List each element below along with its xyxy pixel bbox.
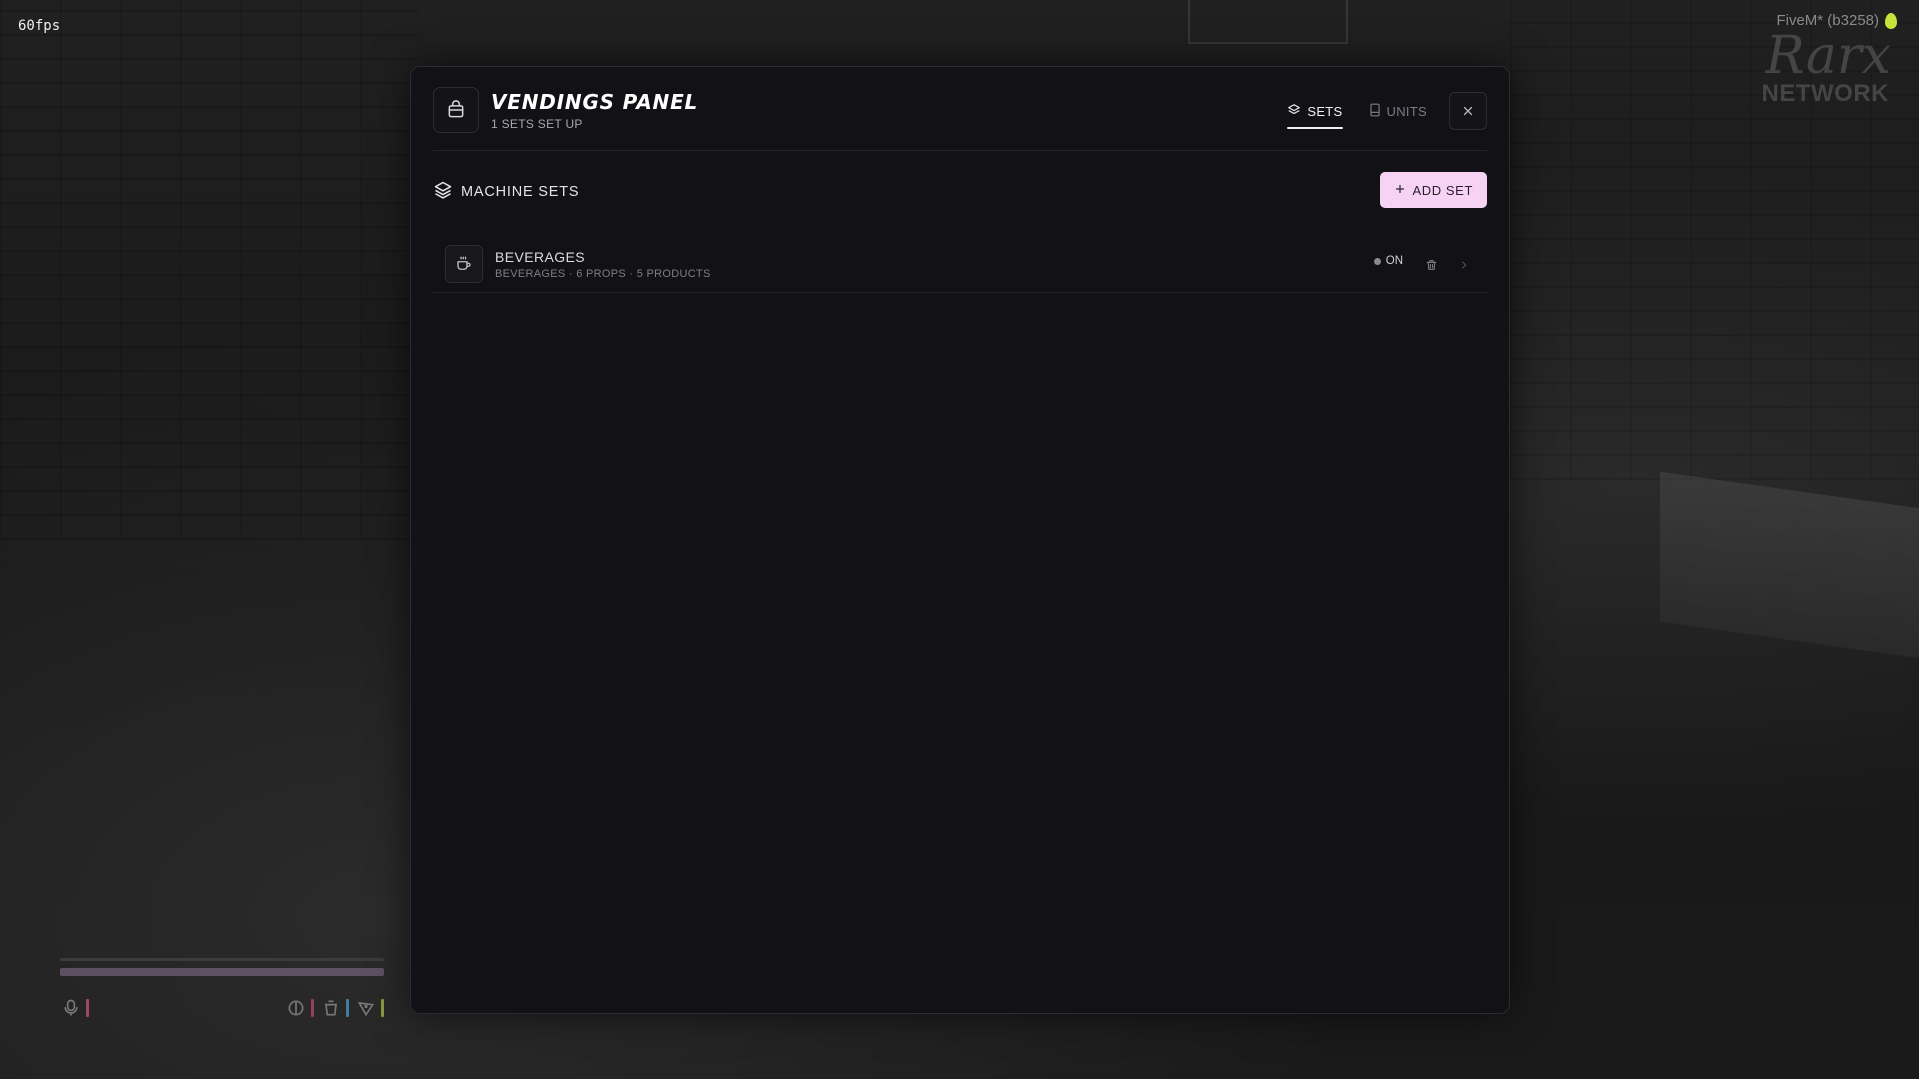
hud-health-bar (60, 968, 384, 976)
voice-level-indicator (86, 999, 89, 1017)
set-status-label: ON (1385, 255, 1403, 267)
add-set-button[interactable]: ADD SET (1380, 172, 1487, 208)
coffee-cup-icon (445, 245, 483, 283)
background-brick-wall (0, 0, 420, 540)
server-logo-subtext: NETWORK (1761, 80, 1889, 107)
layers-icon (433, 180, 453, 204)
machine-sets-section-header: MACHINE SETS ADD SET (433, 172, 1487, 210)
layers-icon (1287, 103, 1301, 120)
tab-sets[interactable]: SETS (1287, 96, 1343, 129)
tab-units[interactable]: UNITS (1369, 96, 1428, 126)
microphone-icon (60, 997, 82, 1019)
set-name: BEVERAGES (495, 249, 585, 265)
panel-tabs: SETS UNITS (1287, 96, 1427, 132)
server-branding: FiveM* (b3258) Rarx NETWORK (1762, 12, 1897, 108)
trash-icon (1426, 260, 1436, 270)
close-icon (1463, 106, 1473, 116)
section-title-wrap: MACHINE SETS (433, 180, 579, 204)
background-ramp (1660, 471, 1919, 659)
hud-armor-bar (60, 958, 384, 961)
hunger-level-indicator (381, 999, 384, 1017)
chevron-right-icon (1462, 261, 1467, 269)
background-sign (1188, 0, 1348, 44)
fps-counter: 60fps (18, 18, 61, 34)
status-dot-icon (1373, 257, 1381, 265)
vending-unit-icon (1369, 103, 1381, 120)
panel-subtitle: 1 SETS SET UP (491, 117, 583, 131)
set-meta: BEVERAGES · 6 PROPS · 5 PRODUCTS (495, 268, 711, 280)
drink-icon (320, 997, 342, 1019)
panel-title: VENDINGS PANEL (491, 90, 699, 114)
brain-icon (285, 997, 307, 1019)
tab-sets-label: SETS (1307, 103, 1343, 119)
set-status-toggle[interactable]: ON (1373, 255, 1403, 267)
open-set-button[interactable] (1455, 255, 1473, 275)
plus-icon (1394, 183, 1406, 198)
vendings-panel: VENDINGS PANEL 1 SETS SET UP SETS UNITS (410, 66, 1510, 1014)
panel-header: VENDINGS PANEL 1 SETS SET UP SETS UNITS (433, 87, 1487, 151)
thirst-level-indicator (346, 999, 349, 1017)
server-logo-text: Rarx (1765, 26, 1891, 86)
add-set-label: ADD SET (1412, 182, 1473, 198)
section-title: MACHINE SETS (461, 184, 580, 200)
hud-status-icons (60, 994, 390, 1022)
food-icon (355, 997, 377, 1019)
tab-units-label: UNITS (1386, 103, 1427, 119)
vending-bag-icon (433, 87, 479, 133)
list-item[interactable]: BEVERAGES BEVERAGES · 6 PROPS · 5 PRODUC… (433, 237, 1487, 293)
close-button[interactable] (1449, 92, 1487, 130)
stress-level-indicator (311, 999, 314, 1017)
delete-set-button[interactable] (1421, 255, 1441, 275)
